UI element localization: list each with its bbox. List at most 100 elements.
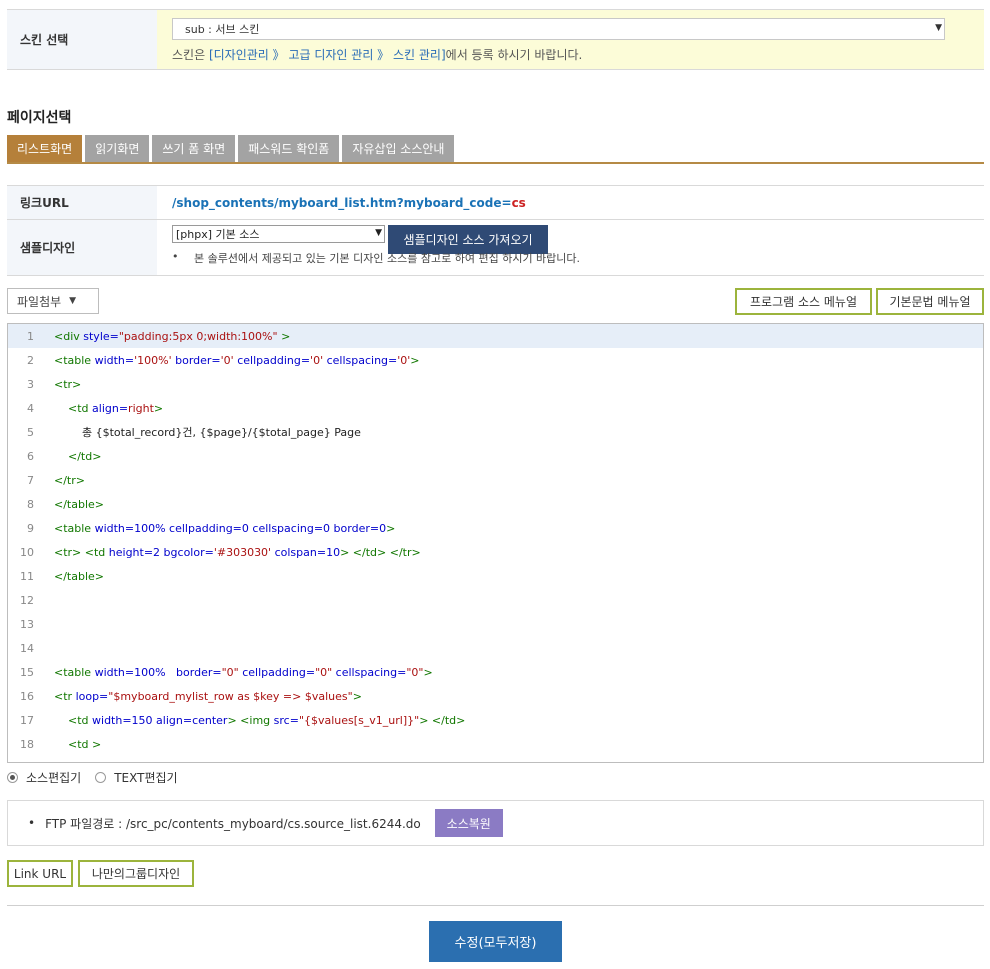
code-line[interactable]: 17 <td width=150 align=center> <img src=…	[8, 708, 983, 732]
code-token: width=100% cellpadding=0 cellspacing=0 b…	[94, 521, 387, 535]
text-editor-radio[interactable]	[95, 772, 107, 783]
code-line[interactable]: 1 <div style="padding:5px 0;width:100%" >	[8, 324, 983, 348]
bullet-icon: •	[28, 816, 36, 830]
line-number: 18	[20, 737, 34, 751]
skin-select-value: sub : 서브 스킨	[185, 23, 260, 36]
skin-help-text: 스킨은 [디자인관리 》 고급 디자인 관리 》 스킨 관리]에서 등록 하시기…	[172, 46, 984, 63]
code-token: '0'	[220, 353, 234, 367]
code-token: <tr>	[54, 377, 82, 391]
link-url-button[interactable]: Link URL	[7, 860, 73, 887]
line-number: 1	[27, 329, 34, 343]
tab-list-view[interactable]: 리스트화면	[7, 135, 83, 162]
code-token: > </td>	[419, 713, 466, 727]
code-line[interactable]: 15 <table width=100% border="0" cellpaddi…	[8, 660, 983, 684]
code-token: <td >	[68, 737, 102, 751]
code-text: <div style="padding:5px 0;width:100%" >	[42, 330, 290, 343]
code-text: <table width=100% cellpadding=0 cellspac…	[42, 522, 395, 535]
code-token: right	[128, 401, 154, 415]
code-token: >	[410, 353, 420, 367]
skin-help-suffix: 에서 등록 하시기 바랍니다.	[445, 48, 583, 62]
tab-password-form[interactable]: 패스워드 확인폼	[238, 135, 340, 162]
link-url-path: /shop_contents/myboard_list.htm?myboard_…	[172, 195, 512, 210]
basic-syntax-manual-button[interactable]: 기본문법 메뉴얼	[876, 288, 984, 315]
code-token: </td>	[68, 449, 102, 463]
code-line[interactable]: 5 총 {$total_record}건, {$page}/{$total_pa…	[8, 420, 983, 444]
sample-design-select[interactable]: [phpx] 기본 소스 ▼	[172, 225, 385, 243]
line-number: 14	[20, 641, 34, 655]
ftp-path-box: • FTP 파일경로 : /src_pc/contents_myboard/cs…	[7, 800, 984, 846]
code-line[interactable]: 2 <table width='100%' border='0' cellpadd…	[8, 348, 983, 372]
program-source-manual-button[interactable]: 프로그램 소스 메뉴얼	[735, 288, 872, 315]
code-editor[interactable]: 1 <div style="padding:5px 0;width:100%" >…	[7, 323, 984, 763]
code-text: 총 {$total_record}건, {$page}/{$total_page…	[42, 424, 361, 440]
line-number: 6	[27, 449, 34, 463]
dropdown-arrow-icon: ▼	[935, 23, 942, 33]
code-token: >	[423, 665, 433, 679]
caret-down-icon: ▼	[69, 296, 77, 306]
code-line[interactable]: 14	[8, 636, 983, 660]
link-url-row: 링크URL /shop_contents/myboard_list.htm?my…	[7, 186, 984, 220]
sample-design-body: [phpx] 기본 소스 ▼ 샘플디자인 소스 가져오기 • 본 솔루션에서 제…	[157, 220, 984, 275]
tab-free-insert-guide[interactable]: 자유삽입 소스안내	[342, 135, 455, 162]
code-line[interactable]: 16 <tr loop="$myboard_mylist_row as $key …	[8, 684, 983, 708]
line-number: 16	[20, 689, 34, 703]
code-line[interactable]: 7 </tr>	[8, 468, 983, 492]
sample-design-row: 샘플디자인 [phpx] 기본 소스 ▼ 샘플디자인 소스 가져오기 • 본 솔…	[7, 220, 984, 276]
code-token: "$myboard_mylist_row as $key => $values"	[108, 689, 353, 703]
code-token: </table>	[54, 569, 104, 583]
code-line[interactable]: 9 <table width=100% cellpadding=0 cellspa…	[8, 516, 983, 540]
code-line[interactable]: 12	[8, 588, 983, 612]
code-token: >	[386, 521, 396, 535]
code-token: height=2 bgcolor=	[108, 545, 214, 559]
code-line[interactable]: 11 </table>	[8, 564, 983, 588]
skin-select[interactable]: sub : 서브 스킨 ▼	[172, 18, 945, 40]
sample-select-value: [phpx] 기본 소스	[176, 228, 260, 241]
code-token: >	[277, 329, 291, 343]
code-line[interactable]: 8 </table>	[8, 492, 983, 516]
tab-write-form[interactable]: 쓰기 폼 화면	[152, 135, 236, 162]
code-token: <tr> <td	[54, 545, 109, 559]
ftp-path-text: FTP 파일경로 : /src_pc/contents_myboard/cs.s…	[45, 816, 421, 831]
line-number: 8	[27, 497, 34, 511]
skin-label: 스킨 선택	[7, 10, 157, 69]
link-url-value: /shop_contents/myboard_list.htm?myboard_…	[157, 186, 984, 219]
skin-body: sub : 서브 스킨 ▼ 스킨은 [디자인관리 》 고급 디자인 관리 》 스…	[157, 10, 984, 69]
code-token: "0"	[221, 665, 239, 679]
code-token: loop=	[75, 689, 109, 703]
code-text: <tr>	[42, 378, 81, 391]
code-token: '0'	[310, 353, 324, 367]
code-line[interactable]: 13	[8, 612, 983, 636]
code-token: style=	[83, 329, 119, 343]
code-line[interactable]: 18 <td >	[8, 732, 983, 756]
tab-read-view[interactable]: 읽기화면	[85, 135, 150, 162]
code-token: "0"	[315, 665, 333, 679]
page-select-title: 페이지선택	[7, 110, 72, 126]
code-text: <td >	[42, 738, 101, 751]
code-token: <div	[54, 329, 84, 343]
code-line[interactable]: 3 <tr>	[8, 372, 983, 396]
my-group-design-button[interactable]: 나만의그룹디자인	[78, 860, 194, 887]
page-tabs: 리스트화면 읽기화면 쓰기 폼 화면 패스워드 확인폼 자유삽입 소스안내	[7, 135, 984, 164]
line-number: 10	[20, 545, 34, 559]
code-line[interactable]: 6 </td>	[8, 444, 983, 468]
line-number: 5	[27, 425, 34, 439]
restore-source-button[interactable]: 소스복원	[434, 809, 503, 837]
link-url-code: cs	[511, 195, 526, 210]
line-number: 12	[20, 593, 34, 607]
dropdown-arrow-icon: ▼	[375, 228, 382, 238]
save-all-button[interactable]: 수정(모두저장)	[429, 921, 562, 962]
code-line[interactable]: 10 <tr> <td height=2 bgcolor='#303030' co…	[8, 540, 983, 564]
code-text: </table>	[42, 570, 104, 583]
code-token: cellspacing=	[332, 665, 407, 679]
source-editor-radio[interactable]	[7, 772, 18, 783]
skin-help-link[interactable]: [디자인관리 》 고급 디자인 관리 》 스킨 관리]	[209, 48, 446, 62]
code-token: align=	[92, 401, 129, 415]
code-line[interactable]: 4 <td align=right>	[8, 396, 983, 420]
file-attach-dropdown[interactable]: 파일첨부 ▼	[7, 288, 99, 314]
line-number: 11	[20, 569, 34, 583]
code-token: "{$values[s_v1_url]}"	[298, 713, 420, 727]
source-editor-label: 소스편집기	[26, 771, 82, 785]
code-token: '#303030'	[213, 545, 272, 559]
